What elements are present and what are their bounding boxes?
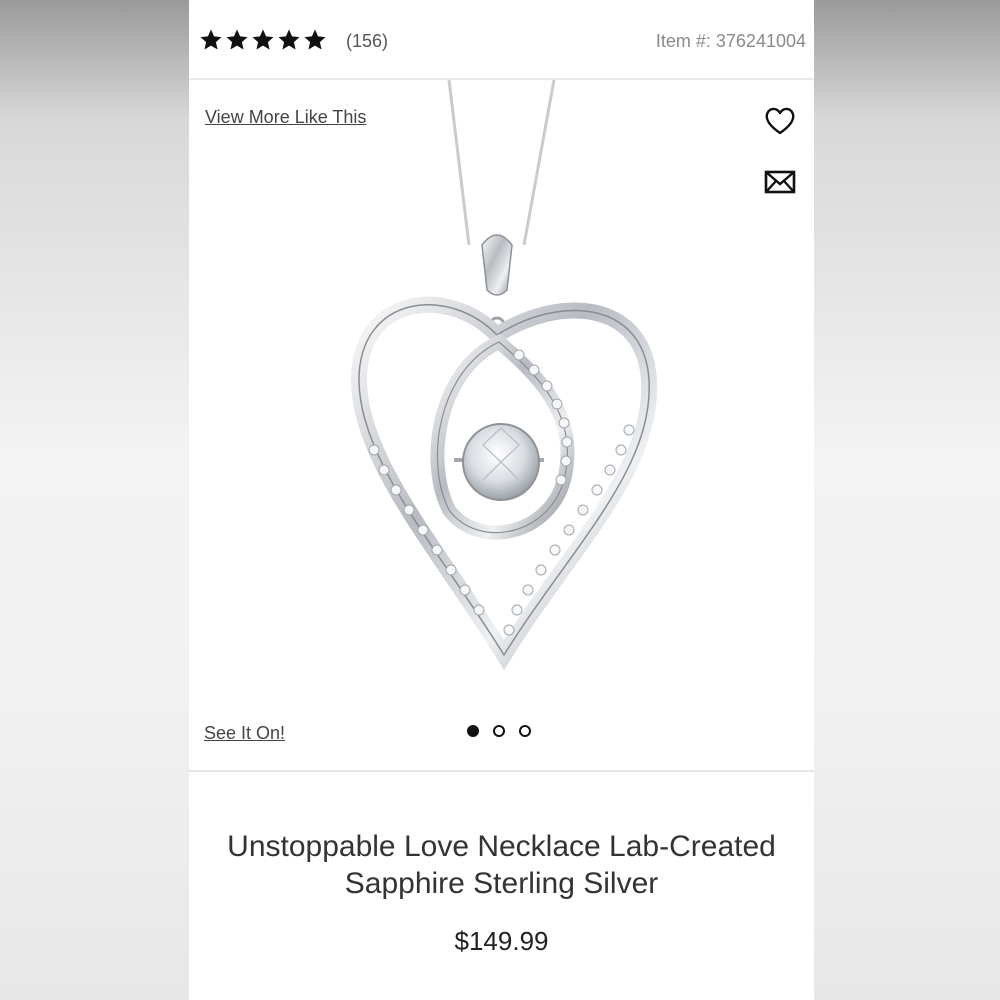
star-icon [304, 29, 326, 50]
item-number: Item #: 376241004 [655, 31, 806, 51]
product-media: View More Like This See It On! [189, 80, 814, 770]
section-divider [189, 770, 814, 772]
favorite-button[interactable] [763, 104, 797, 138]
see-it-on-link[interactable]: See It On! [204, 723, 285, 744]
carousel-dot-3[interactable] [519, 725, 531, 737]
email-share-button[interactable] [763, 168, 797, 196]
star-icon [226, 29, 248, 50]
carousel-dot-1[interactable] [467, 725, 479, 737]
background-right [814, 0, 1000, 1000]
star-icon [278, 29, 300, 50]
envelope-icon [764, 170, 796, 194]
product-panel: (156) Item #: 376241004 View More Like T… [189, 0, 814, 1000]
review-count-link[interactable]: (156) [346, 31, 388, 52]
background-left [0, 0, 189, 1000]
product-image[interactable] [329, 80, 669, 680]
carousel-indicators [467, 725, 531, 737]
product-title: Unstoppable Love Necklace Lab-Created Sa… [227, 830, 776, 900]
heart-outline-icon [765, 107, 795, 135]
star-icon [200, 29, 222, 50]
star-rating[interactable] [199, 28, 327, 52]
product-price: $149.99 [454, 926, 549, 956]
rating-bar: (156) Item #: 376241004 [189, 0, 814, 80]
star-icon [252, 29, 274, 50]
carousel-dot-2[interactable] [493, 725, 505, 737]
